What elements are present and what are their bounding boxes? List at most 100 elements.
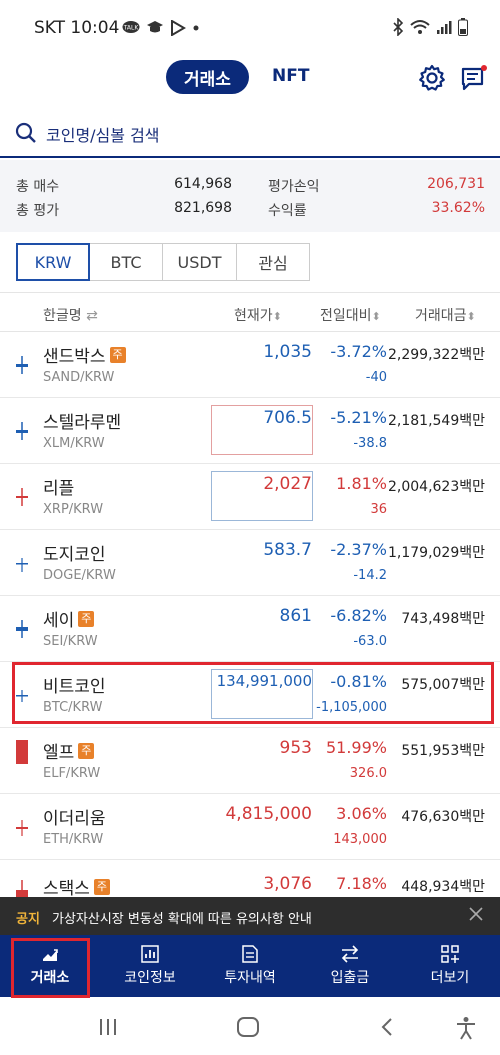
coin-diff: -38.8 [353,436,387,451]
status-bar: SKT 10:04 TALK [0,0,500,58]
bluetooth-icon [393,18,404,36]
nav-history[interactable]: 투자내역 [205,941,295,993]
coin-price: 583.7 [263,540,312,560]
message-icon[interactable] [460,64,488,92]
coin-row[interactable]: 세이 주 SEI/KRW 861 -6.82% -63.0 743,498백만 [0,596,500,662]
coin-rate: -3.72% [330,342,387,361]
coin-name: 리플 [43,479,75,499]
status-time: SKT 10:04 [34,18,120,38]
grid-icon [441,945,459,963]
candle-icon [16,558,28,572]
nav-coin-info[interactable]: 코인정보 [105,941,195,993]
transfer-icon [341,945,359,963]
coin-diff: 326.0 [349,766,387,781]
notice-tag: 공지 [16,912,40,927]
nav-transfer[interactable]: 입출금 [305,941,395,993]
coin-symbol: XLM/KRW [43,436,105,451]
battery-icon [458,18,468,36]
candle-icon [16,620,28,638]
coin-price: 3,076 [263,874,312,894]
accessibility-icon[interactable] [455,1016,477,1040]
status-right-icons [392,18,468,36]
coin-name: 샌드박스 주 [43,342,126,367]
gear-icon[interactable] [418,64,446,92]
market-tabs: KRW BTC USDT 관심 [16,243,310,281]
coin-name: 이더리움 [43,809,106,829]
coin-diff: 143,000 [333,832,387,847]
coin-rate: -6.82% [330,606,387,625]
search-input[interactable]: 코인명/심볼 검색 [46,122,160,146]
coin-volume: 2,181,549백만 [387,413,485,429]
coin-name: 스텔라루멘 [43,413,122,433]
close-icon[interactable] [468,906,484,922]
search-bar[interactable]: 코인명/심볼 검색 [0,110,500,158]
candle-icon [16,880,28,898]
candle-icon [16,488,28,506]
candle-icon [16,740,28,764]
coin-diff: -14.2 [353,568,387,583]
coin-row[interactable]: 도지코인 DOGE/KRW 583.7 -2.37% -14.2 1,179,0… [0,530,500,596]
coin-symbol: ELF/KRW [43,766,101,781]
coin-row[interactable]: 스텔라루멘 XLM/KRW 706.5 -5.21% -38.8 2,181,5… [0,398,500,464]
coin-name: 엘프 주 [43,738,95,763]
nav-more[interactable]: 더보기 [405,941,495,993]
coin-row[interactable]: 리플 XRP/KRW 2,027 1.81% 36 2,004,623백만 [0,464,500,530]
coin-diff: -63.0 [353,634,387,649]
total-buy-value: 614,968 [174,176,232,192]
dot-icon [193,25,199,31]
coin-name: 세이 주 [43,606,95,631]
return-value: 33.62% [431,200,485,216]
coin-row[interactable]: 이더리움 ETH/KRW 4,815,000 3.06% 143,000 476… [0,794,500,860]
signal-icon [437,21,452,34]
coin-symbol: XRP/KRW [43,502,104,517]
tab-krw[interactable]: KRW [16,243,90,281]
coin-rate: -2.37% [330,540,387,559]
table-header: 한글명 ⇄ 현재가⬍ 전일대비⬍ 거래대금⬍ [0,297,500,331]
coin-rate: 51.99% [325,738,387,757]
bar-chart-icon [141,945,159,963]
coin-symbol: ETH/KRW [43,832,104,847]
caution-badge: 주 [109,346,126,363]
document-icon [242,945,258,963]
coin-volume: 551,953백만 [401,743,485,759]
notice-bar[interactable]: 공지 가상자산시장 변동성 확대에 따른 유의사항 안내 [0,897,500,935]
coin-price: 861 [279,606,312,626]
tab-usdt[interactable]: USDT [163,243,237,281]
sort-swap-icon: ⇄ [86,308,98,324]
coin-symbol: SEI/KRW [43,634,98,649]
header-volume[interactable]: 거래대금⬍ [415,305,476,325]
recent-apps-icon[interactable] [97,1016,119,1038]
coin-rate: 3.06% [336,804,387,823]
nav-more-label: 더보기 [430,970,470,986]
tab-btc[interactable]: BTC [90,243,163,281]
header-change[interactable]: 전일대비⬍ [320,305,381,325]
coin-name: 스택스 주 [43,874,110,899]
coin-rate: 1.81% [336,474,387,493]
tab-favorites[interactable]: 관심 [237,243,310,281]
total-eval-value: 821,698 [174,200,232,216]
education-icon [147,21,163,33]
header-price[interactable]: 현재가⬍ [234,305,282,325]
search-icon [15,122,36,143]
tab-exchange[interactable]: 거래소 [166,60,249,94]
home-icon[interactable] [236,1016,260,1038]
coin-rate: -5.21% [330,408,387,427]
play-icon [171,20,186,36]
candle-icon [16,820,28,836]
coin-price: 4,815,000 [225,804,312,824]
coin-volume: 476,630백만 [401,809,485,825]
caution-badge: 주 [78,742,95,759]
header-name[interactable]: 한글명 ⇄ [43,305,98,325]
nav-transfer-label: 입출금 [330,970,370,986]
back-icon[interactable] [378,1016,396,1038]
coin-volume: 448,934백만 [401,879,485,895]
top-nav: 거래소 NFT [0,58,500,98]
coin-row[interactable]: 엘프 주 ELF/KRW 953 51.99% 326.0 551,953백만 [0,728,500,794]
tab-nft[interactable]: NFT [272,66,309,86]
coin-symbol: SAND/KRW [43,370,115,385]
sort-icon: ⬍ [272,310,282,323]
coin-name: 도지코인 [43,545,106,565]
coin-price: 953 [279,738,312,758]
notice-text[interactable]: 가상자산시장 변동성 확대에 따른 유의사항 안내 [52,908,312,927]
coin-row[interactable]: 샌드박스 주 SAND/KRW 1,035 -3.72% -40 2,299,32… [0,332,500,398]
